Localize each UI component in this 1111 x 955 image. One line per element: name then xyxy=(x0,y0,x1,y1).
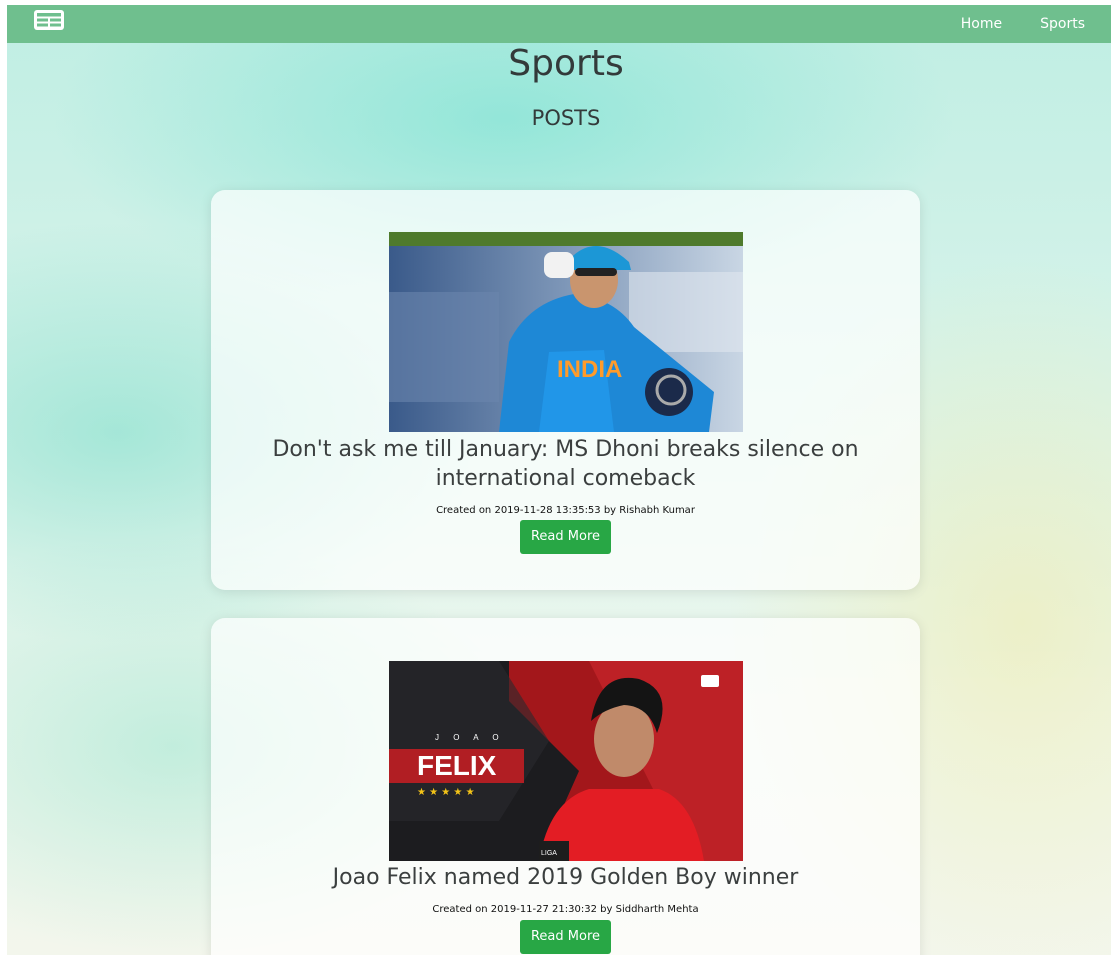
image-text-small: J O A O xyxy=(435,733,505,742)
nav-links: Home Sports xyxy=(949,5,1111,43)
section-title: POSTS xyxy=(531,106,601,130)
post-meta: Created on 2019-11-28 13:35:53 by Rishab… xyxy=(436,505,695,516)
navbar: Home Sports xyxy=(7,5,1111,43)
post-meta: Created on 2019-11-27 21:30:32 by Siddha… xyxy=(432,904,699,915)
post-title[interactable]: Don't ask me till January: MS Dhoni brea… xyxy=(211,435,920,493)
post-card: J O A O FELIX ★ ★ ★ ★ ★ LIGA Joao Felix … xyxy=(211,618,920,955)
post-title[interactable]: Joao Felix named 2019 Golden Boy winner xyxy=(211,863,920,892)
read-more-button[interactable]: Read More xyxy=(520,520,611,554)
stars-icon: ★ ★ ★ ★ ★ xyxy=(417,787,475,798)
post-card: INDIA Don't ask me till January: MS Dhon… xyxy=(211,190,920,590)
read-more-button[interactable]: Read More xyxy=(520,920,611,954)
image-text-badge: LIGA xyxy=(541,850,557,857)
post-image: INDIA xyxy=(389,232,743,432)
newspaper-icon[interactable] xyxy=(33,9,65,31)
page-frame: Home Sports Sports POSTS INDIA Don't ask… xyxy=(7,5,1111,955)
page-title: Sports xyxy=(508,43,624,84)
jersey-text: INDIA xyxy=(557,356,622,383)
nav-link-sports[interactable]: Sports xyxy=(1040,16,1085,32)
nav-link-home[interactable]: Home xyxy=(961,16,1002,32)
post-image: J O A O FELIX ★ ★ ★ ★ ★ LIGA xyxy=(389,661,743,861)
image-text-big: FELIX xyxy=(417,750,497,781)
